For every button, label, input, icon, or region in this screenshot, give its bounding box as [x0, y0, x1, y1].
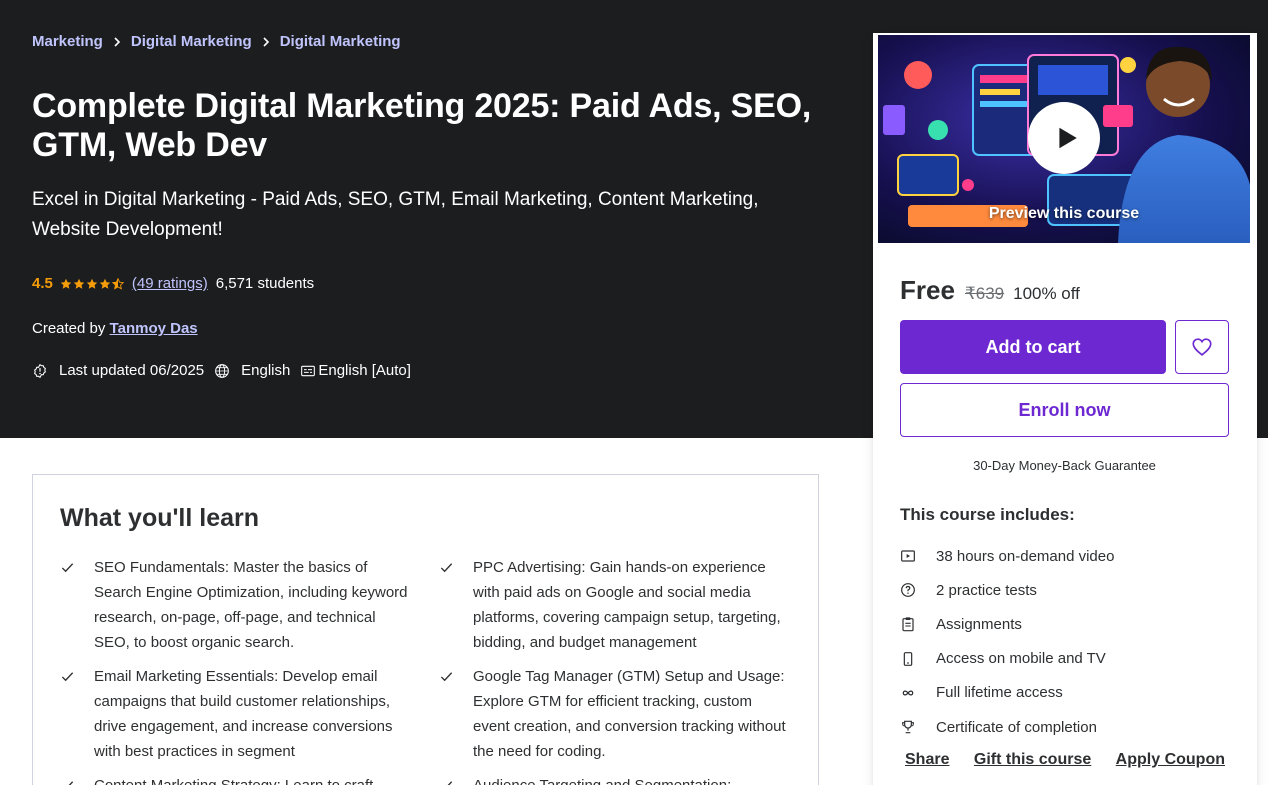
- created-by: Created by Tanmoy Das: [32, 320, 198, 337]
- add-to-cart-button[interactable]: Add to cart: [900, 320, 1166, 374]
- play-button[interactable]: [1028, 102, 1100, 174]
- chevron-right-icon: [103, 36, 131, 47]
- learn-item: Content Marketing Strategy: Learn to cra…: [60, 773, 430, 785]
- captions-text: English [Auto]: [318, 362, 411, 379]
- learn-item-text: SEO Fundamentals: Master the basics of S…: [94, 559, 408, 651]
- learn-item: SEO Fundamentals: Master the basics of S…: [60, 555, 430, 655]
- course-headline: Excel in Digital Marketing - Paid Ads, S…: [32, 189, 759, 240]
- globe-icon: [215, 363, 230, 378]
- includes-list: 38 hours on-demand video 2 practice test…: [900, 539, 1114, 744]
- star-rating: [60, 277, 124, 290]
- rating-value: 4.5: [32, 275, 53, 292]
- clipboard-icon: [902, 617, 914, 632]
- course-preview[interactable]: Preview this course: [878, 35, 1250, 243]
- includes-item-lifetime: Full lifetime access: [900, 676, 1114, 710]
- includes-item-text: Assignments: [936, 615, 1022, 633]
- includes-item-practice-tests: 2 practice tests: [900, 573, 1114, 607]
- star-half-icon: [111, 277, 124, 290]
- sidebar-actions: Share Gift this course Apply Coupon: [905, 751, 1225, 769]
- learn-item-text: PPC Advertising: Gain hands-on experienc…: [473, 559, 781, 651]
- includes-item-text: 38 hours on-demand video: [936, 547, 1115, 565]
- gift-course-link[interactable]: Gift this course: [974, 751, 1091, 769]
- includes-item-video: 38 hours on-demand video: [900, 539, 1114, 573]
- course-language: English: [214, 362, 290, 379]
- current-price: Free: [900, 275, 955, 305]
- learn-item: PPC Advertising: Gain hands-on experienc…: [439, 555, 809, 655]
- captions-icon: [301, 365, 316, 376]
- learn-title: What you'll learn: [60, 504, 260, 532]
- includes-item-text: Full lifetime access: [936, 684, 1063, 702]
- question-icon: [901, 583, 915, 598]
- includes-item-assignments: Assignments: [900, 607, 1114, 641]
- created-by-label: Created by: [32, 320, 110, 337]
- trophy-icon: [902, 720, 914, 734]
- wishlist-button[interactable]: [1175, 320, 1229, 374]
- star-icon: [86, 278, 98, 289]
- rating-row: 4.5 (49 ratings) 6,571 students: [32, 275, 314, 292]
- breadcrumb-link-digital-marketing[interactable]: Digital Marketing: [131, 33, 252, 50]
- discount-percentage: 100% off: [1013, 284, 1080, 303]
- students-count: 6,571 students: [215, 275, 315, 292]
- includes-item-text: Access on mobile and TV: [936, 650, 1106, 668]
- breadcrumb: Marketing Digital Marketing Digital Mark…: [32, 33, 401, 50]
- star-icon: [99, 278, 111, 289]
- share-link[interactable]: Share: [905, 751, 949, 769]
- mobile-icon: [903, 651, 913, 666]
- original-price: ₹639: [964, 284, 1005, 303]
- language-text: English: [241, 362, 291, 379]
- course-captions: English [Auto]: [300, 362, 411, 379]
- purchase-sidebar: Preview this course Free ₹639 100% off A…: [873, 33, 1257, 785]
- includes-title: This course includes:: [900, 505, 1075, 524]
- ratings-count-link[interactable]: (49 ratings): [132, 275, 208, 292]
- breadcrumb-link-digital-marketing-topic[interactable]: Digital Marketing: [280, 33, 401, 50]
- apply-coupon-link[interactable]: Apply Coupon: [1116, 751, 1225, 769]
- check-icon: [447, 781, 453, 785]
- star-icon: [73, 278, 85, 289]
- enroll-now-button[interactable]: Enroll now: [900, 383, 1229, 437]
- learn-item-text: Google Tag Manager (GTM) Setup and Usage…: [473, 668, 786, 760]
- alert-badge-icon: [34, 363, 46, 378]
- last-updated-text: Last updated 06/2025: [59, 362, 205, 379]
- includes-item-certificate: Certificate of completion: [900, 710, 1114, 744]
- chevron-right-icon: [252, 36, 280, 47]
- check-icon: [440, 672, 453, 682]
- video-icon: [901, 550, 915, 562]
- check-icon: [440, 563, 453, 573]
- learn-item: Email Marketing Essentials: Develop emai…: [60, 664, 430, 764]
- learn-item: Google Tag Manager (GTM) Setup and Usage…: [439, 664, 809, 764]
- learn-list: SEO Fundamentals: Master the basics of S…: [60, 555, 800, 785]
- infinity-icon: [902, 690, 914, 696]
- learn-item: Audience Targeting and Segmentation:: [439, 773, 809, 785]
- preview-label: Preview this course: [988, 205, 1140, 222]
- play-icon: [1058, 127, 1077, 149]
- learn-item-text: Content Marketing Strategy: Learn to cra…: [94, 773, 412, 785]
- check-icon: [68, 781, 74, 785]
- star-icon: [60, 278, 72, 289]
- learn-item-text: Audience Targeting and Segmentation:: [473, 773, 791, 785]
- heart-icon: [1192, 338, 1212, 356]
- learn-item-text: Email Marketing Essentials: Develop emai…: [94, 668, 393, 760]
- money-back-guarantee: 30-Day Money-Back Guarantee: [973, 458, 1156, 473]
- course-meta: Last updated 06/2025 English English [Au…: [32, 362, 421, 379]
- breadcrumb-link-marketing[interactable]: Marketing: [32, 33, 103, 50]
- check-icon: [61, 672, 74, 682]
- course-title: Complete Digital Marketing 2025: Paid Ad…: [32, 87, 812, 164]
- price-row: Free ₹639 100% off: [900, 275, 1080, 306]
- includes-item-text: 2 practice tests: [936, 581, 1037, 599]
- includes-item-text: Certificate of completion: [936, 718, 1097, 736]
- last-updated: Last updated 06/2025: [32, 362, 204, 379]
- what-youll-learn: What you'll learn SEO Fundamentals: Mast…: [32, 474, 819, 785]
- check-icon: [61, 563, 74, 573]
- instructor-link[interactable]: Tanmoy Das: [110, 320, 198, 337]
- includes-item-mobile: Access on mobile and TV: [900, 642, 1114, 676]
